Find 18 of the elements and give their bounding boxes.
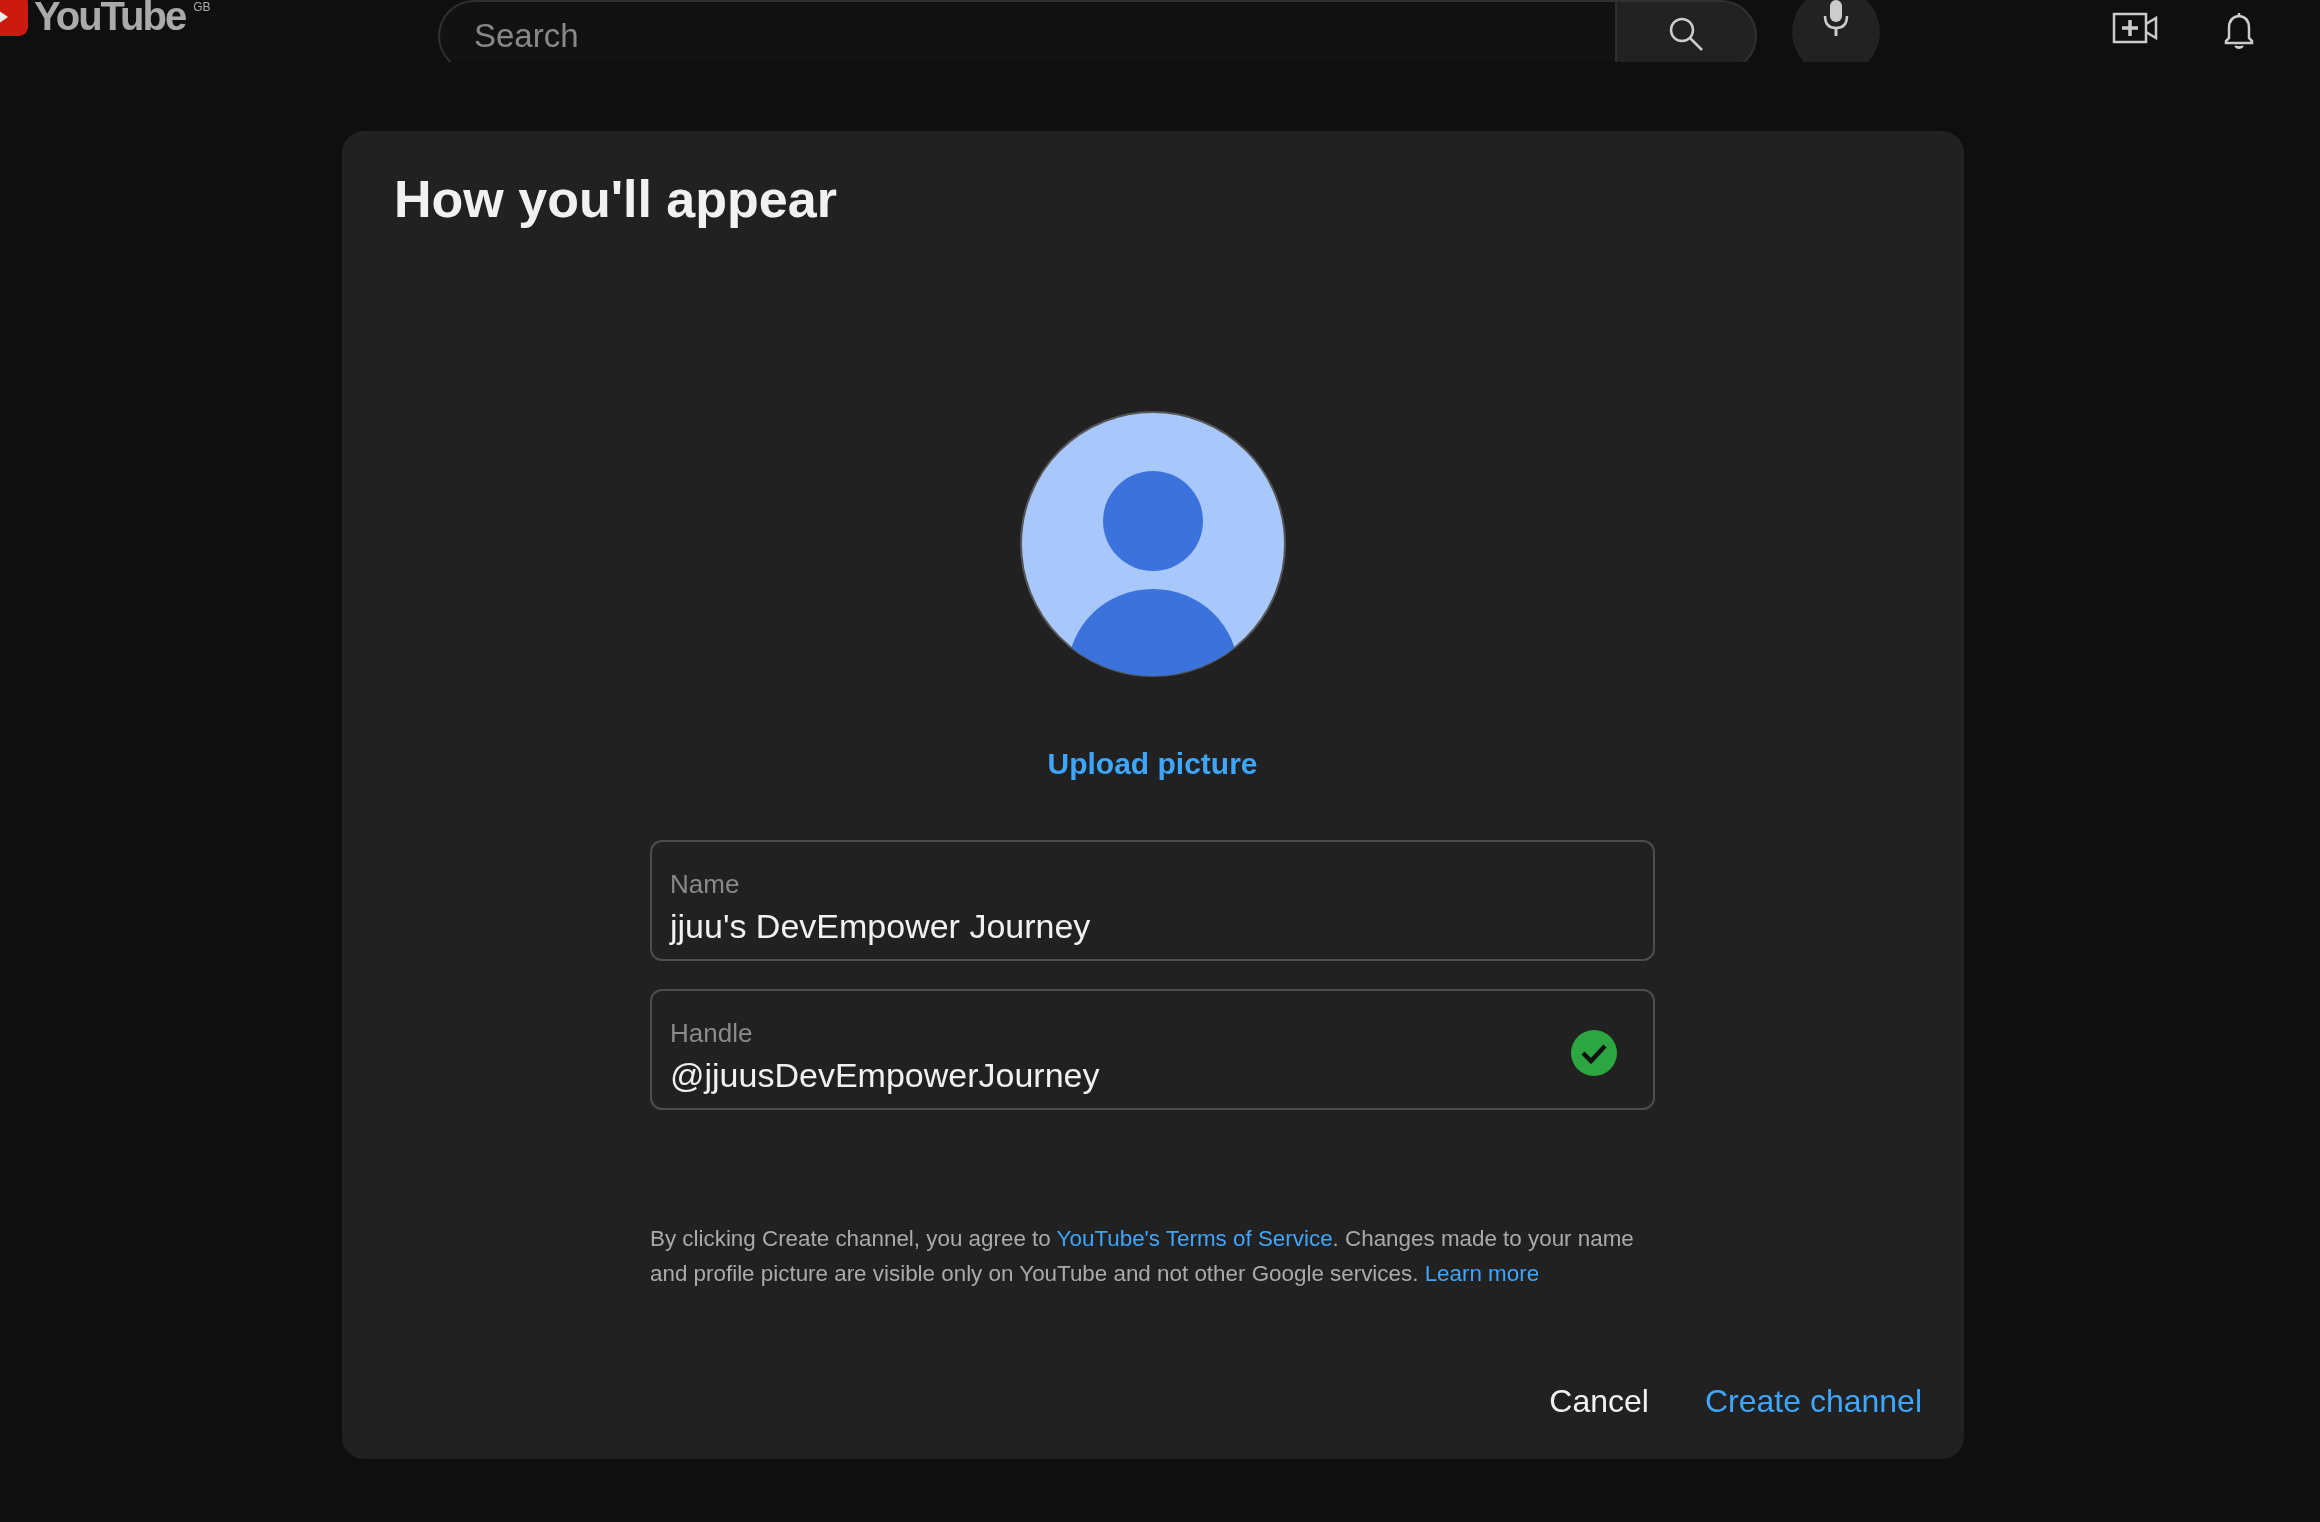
logo-text: YouTube (34, 0, 186, 36)
input-field[interactable]: Handle @jjuusDevEmpowerJourney (650, 989, 1655, 1110)
cancel-button[interactable]: Cancel (1541, 1373, 1657, 1430)
upload-picture-link[interactable]: Upload picture (1047, 746, 1258, 782)
country-code: GB (193, 0, 211, 14)
create-channel-button[interactable]: Create channel (1696, 1373, 1930, 1430)
link[interactable]: YouTube's Terms of Service (1056, 1226, 1333, 1251)
search-button[interactable] (1615, 0, 1757, 62)
link[interactable]: Learn more (1424, 1261, 1540, 1286)
microphone-icon (1822, 0, 1850, 38)
input-field[interactable]: Name jjuu's DevEmpower Journey (650, 840, 1655, 961)
microphone-button[interactable] (1792, 0, 1880, 62)
terms-notice: By clicking Create channel, you agree to YouTube's Terms of Service. Changes made to your name and profile picture are visible only on YouTube and not other Google services. Learn more (650, 1225, 1635, 1288)
dialog-title: How you'll appear (394, 169, 837, 229)
search-field[interactable]: Search (438, 0, 1615, 62)
play-logo-icon (0, 0, 28, 36)
avatar-icon (1019, 411, 1286, 677)
add-video-icon[interactable] (2112, 11, 2158, 45)
